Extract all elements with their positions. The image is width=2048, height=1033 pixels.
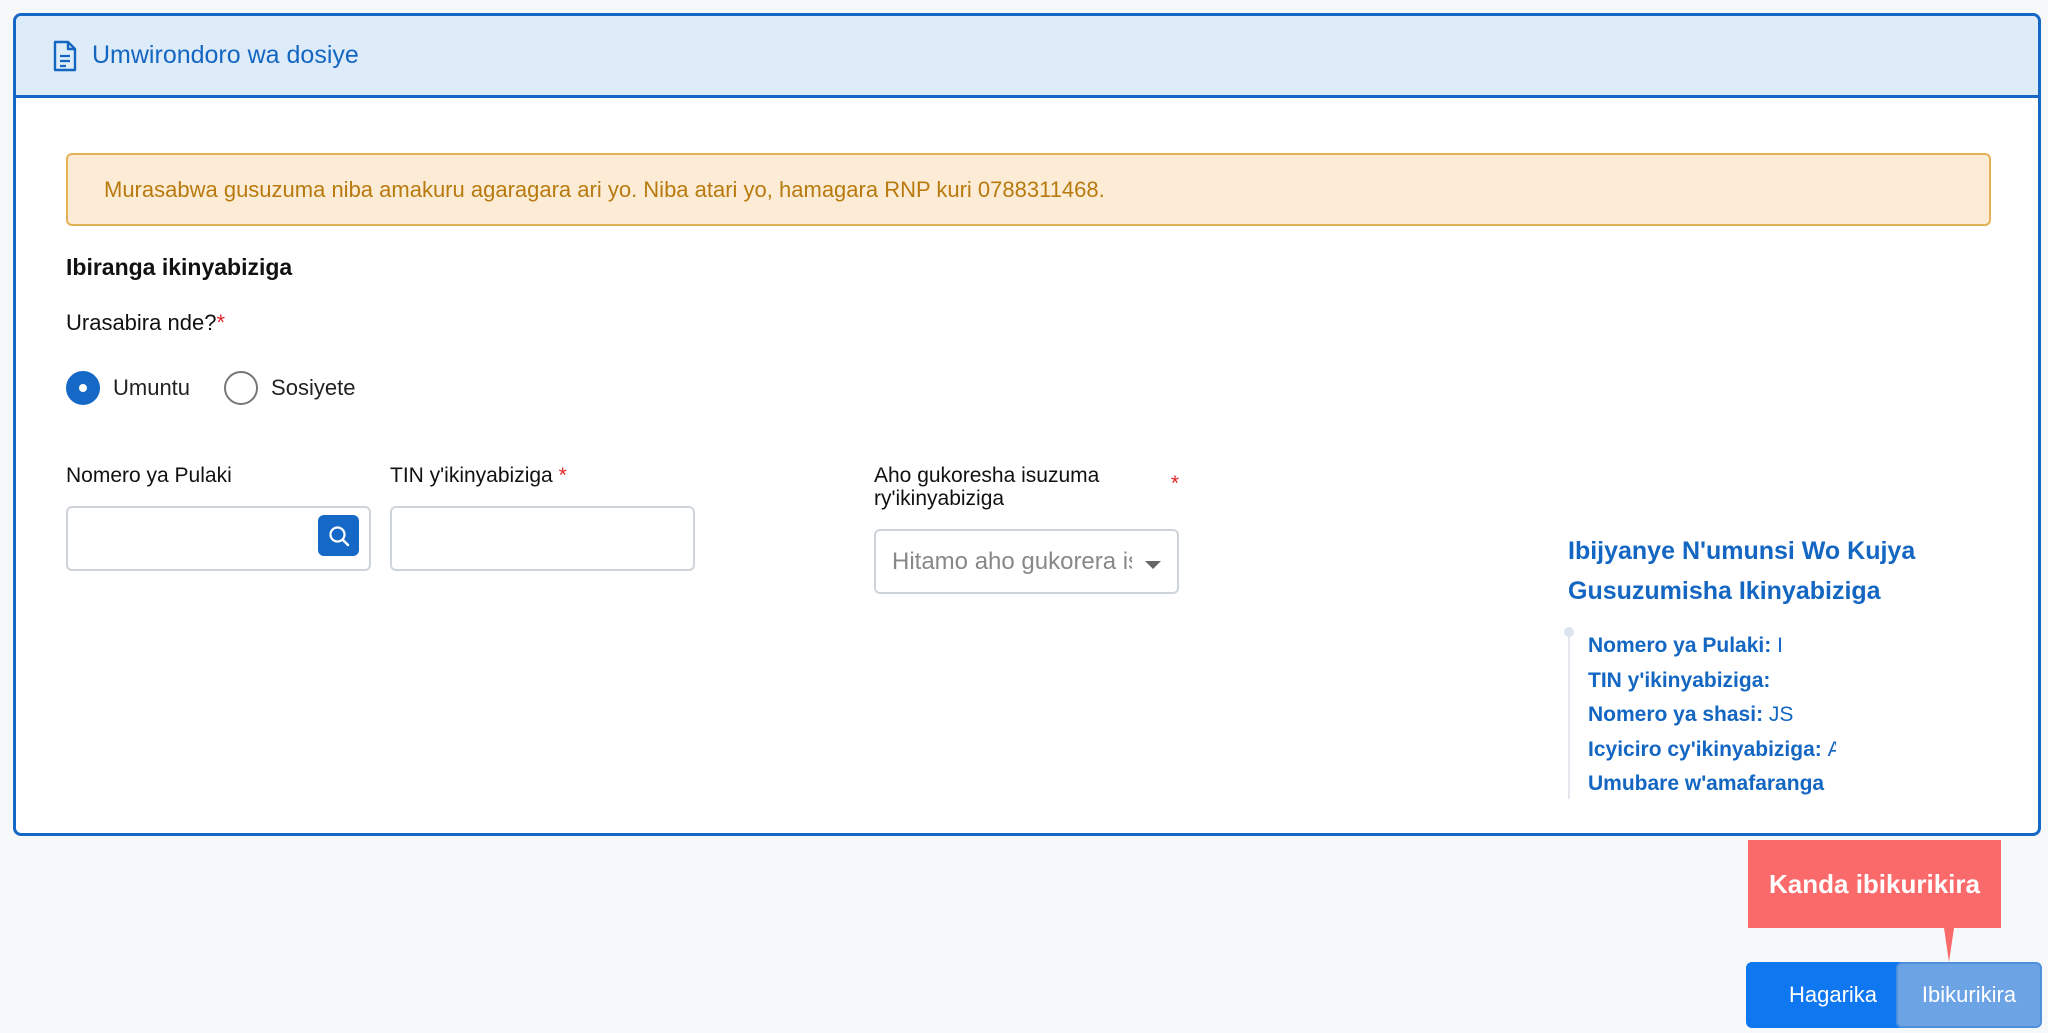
- required-mark: *: [1170, 472, 1179, 495]
- warning-alert: Murasabwa gusuzuma niba amakuru agaragar…: [66, 153, 1991, 226]
- info-list: Nomero ya Pulaki: I TIN y'ikinyabiziga: …: [1564, 627, 1988, 799]
- location-select-placeholder: Hitamo aho gukorera isuzuma: [892, 547, 1132, 575]
- section-title: Ibiranga ikinyabiziga: [66, 254, 293, 280]
- alert-text: Murasabwa gusuzuma niba amakuru agaragar…: [104, 176, 1105, 202]
- applicant-question: Urasabira nde?*: [66, 310, 225, 336]
- required-mark: *: [216, 310, 225, 335]
- tin-label-text: TIN y'ikinyabiziga: [390, 464, 553, 487]
- search-icon: [328, 525, 349, 546]
- radio-company[interactable]: Sosiyete: [224, 371, 355, 405]
- info-row-plate: Nomero ya Pulaki: I: [1588, 634, 1783, 657]
- info-row-amount: Umubare w'amafaranga: [1588, 772, 1825, 795]
- tin-input[interactable]: [390, 506, 695, 571]
- radio-person[interactable]: Umuntu: [66, 371, 190, 405]
- cancel-button[interactable]: Hagarika: [1746, 962, 1920, 1028]
- document-icon: [52, 40, 80, 72]
- radio-company-indicator[interactable]: [224, 371, 259, 405]
- chevron-down-icon: [1145, 561, 1161, 569]
- next-tooltip: Kanda ibikurikira: [1748, 840, 2001, 962]
- radio-person-label: Umuntu: [113, 375, 191, 400]
- applicant-type-radio-group: Umuntu Sosiyete: [66, 371, 389, 405]
- card-header: Umwirondoro wa dosiye: [16, 16, 2038, 98]
- file-profile-card: Umwirondoro wa dosiye Murasabwa gusuzuma…: [13, 13, 2041, 836]
- inspection-info-panel: Ibijyanye N'umunsi Wo Kujya Gusuzumisha …: [1564, 531, 1988, 799]
- location-label-text: Aho gukoresha isuzuma ry'ikinyabiziga: [874, 464, 1100, 510]
- tooltip-pointer: [1944, 928, 1954, 962]
- info-row-chassis: Nomero ya shasi: JS: [1588, 703, 1794, 726]
- radio-company-label: Sosiyete: [271, 375, 356, 400]
- card-title: Umwirondoro wa dosiye: [92, 41, 359, 69]
- radio-person-indicator[interactable]: [66, 371, 100, 405]
- location-select[interactable]: Hitamo aho gukorera isuzuma: [874, 529, 1179, 594]
- plate-number-label: Nomero ya Pulaki: [66, 464, 232, 487]
- required-mark: *: [558, 464, 567, 487]
- next-button[interactable]: Ibikurikira: [1896, 962, 2042, 1028]
- info-title: Ibijyanye N'umunsi Wo Kujya Gusuzumisha …: [1568, 537, 1916, 605]
- plate-number-input[interactable]: [66, 506, 371, 571]
- tin-label: TIN y'ikinyabiziga *: [390, 464, 567, 488]
- tooltip-text: Kanda ibikurikira: [1769, 868, 1980, 899]
- location-label: Aho gukoresha isuzuma ry'ikinyabiziga *: [874, 464, 1179, 510]
- question-text: Urasabira nde?: [66, 310, 217, 335]
- search-button[interactable]: [318, 515, 359, 556]
- info-row-category: Icyiciro cy'ikinyabiziga: A: [1588, 737, 1836, 761]
- info-row-tin: TIN y'ikinyabiziga:: [1588, 668, 1771, 692]
